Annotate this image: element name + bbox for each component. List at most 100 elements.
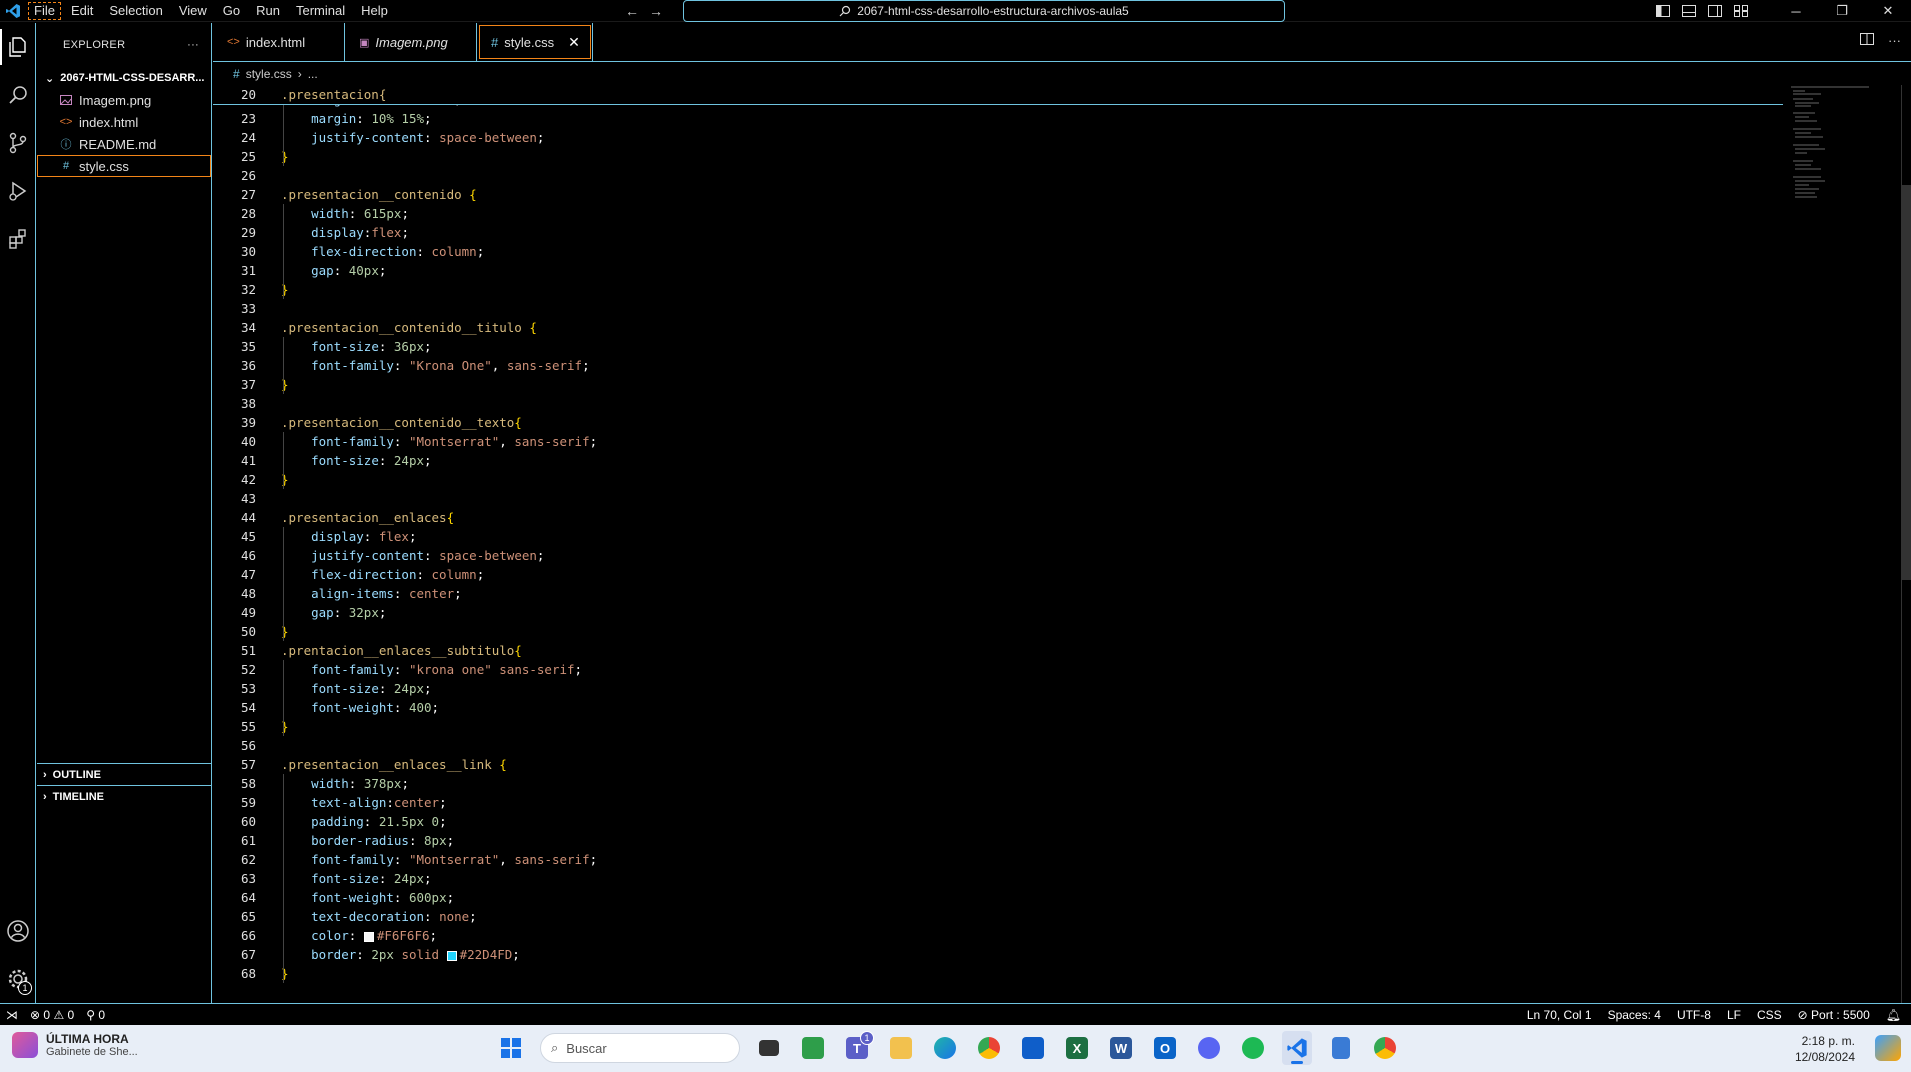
tab-imagem-png[interactable]: ▣ Imagem.png (345, 23, 477, 61)
discord-app-icon[interactable] (1194, 1031, 1224, 1065)
code-line[interactable]: 28 width: 615px; (213, 204, 1773, 223)
code-line[interactable]: 47 flex-direction: column; (213, 565, 1773, 584)
code-line[interactable]: 53 font-size: 24px; (213, 679, 1773, 698)
menu-selection[interactable]: Selection (101, 0, 170, 22)
code-line[interactable]: 68} (213, 964, 1773, 983)
code-line[interactable]: 67 border: 2px solid #22D4FD; (213, 945, 1773, 964)
source-control-icon[interactable] (0, 119, 36, 167)
system-clock[interactable]: 2:18 p. m. 12/08/2024 (1795, 1033, 1855, 1065)
close-window-button[interactable]: ✕ (1865, 0, 1911, 22)
code-line[interactable]: 41 font-size: 24px; (213, 451, 1773, 470)
copilot-icon[interactable] (1875, 1035, 1901, 1061)
code-line[interactable]: 50} (213, 622, 1773, 641)
code-line[interactable]: 39 .presentacion__contenido__texto{ (213, 413, 1773, 432)
more-actions-icon[interactable]: ··· (1888, 33, 1901, 48)
tab-style-css[interactable]: # style.css ✕ (477, 23, 593, 61)
code-line[interactable]: 31 gap: 40px; (213, 261, 1773, 280)
menu-terminal[interactable]: Terminal (288, 0, 353, 22)
more-actions-icon[interactable]: ··· (187, 39, 199, 51)
vscode-app-icon[interactable] (1282, 1031, 1312, 1065)
restore-button[interactable]: ❐ (1819, 0, 1865, 22)
code-line[interactable]: 63 font-size: 24px; (213, 869, 1773, 888)
live-server-port[interactable]: ⊘ Port : 5500 (1798, 1008, 1870, 1022)
notepad-app-icon[interactable] (1326, 1031, 1356, 1065)
code-line[interactable]: 37} (213, 375, 1773, 394)
code-line[interactable]: 49 gap: 32px; (213, 603, 1773, 622)
breadcrumb-file[interactable]: style.css (246, 67, 292, 81)
chrome-browser-icon[interactable] (974, 1031, 1004, 1065)
outlook-app-icon[interactable]: O (1150, 1031, 1180, 1065)
menu-view[interactable]: View (171, 0, 215, 22)
toggle-primary-sidebar-icon[interactable] (1655, 4, 1671, 18)
minimize-button[interactable]: ─ (1773, 0, 1819, 22)
indentation[interactable]: Spaces: 4 (1608, 1008, 1661, 1022)
code-line[interactable]: 55} (213, 717, 1773, 736)
language-mode[interactable]: CSS (1757, 1008, 1782, 1022)
file-explorer-icon[interactable] (886, 1031, 916, 1065)
encoding[interactable]: UTF-8 (1677, 1008, 1711, 1022)
editor-scrollbar[interactable] (1901, 85, 1911, 1003)
stocks-app-icon[interactable] (798, 1031, 828, 1065)
code-line[interactable]: 52 font-family: "krona one" sans-serif; (213, 660, 1773, 679)
toggle-panel-icon[interactable] (1681, 4, 1697, 18)
back-arrow-icon[interactable]: ← (625, 3, 639, 19)
manage-gear-icon[interactable]: 1 (0, 955, 36, 1003)
menu-run[interactable]: Run (248, 0, 288, 22)
chrome-profile-app-icon[interactable] (1370, 1031, 1400, 1065)
code-line[interactable]: 36 font-family: "Krona One", sans-serif; (213, 356, 1773, 375)
code-line[interactable]: 57 .presentacion__enlaces__link { (213, 755, 1773, 774)
code-line[interactable]: 65 text-decoration: none; (213, 907, 1773, 926)
menu-go[interactable]: Go (215, 0, 248, 22)
code-line[interactable]: 27 .presentacion__contenido { (213, 185, 1773, 204)
sticky-scroll-line[interactable]: 20 .presentacion{ (213, 85, 1783, 105)
code-line[interactable]: 48 align-items: center; (213, 584, 1773, 603)
word-app-icon[interactable]: W (1106, 1031, 1136, 1065)
taskbar-search-box[interactable]: ⌕ Buscar (540, 1033, 740, 1063)
code-line[interactable]: 61 border-radius: 8px; (213, 831, 1773, 850)
timeline-section[interactable]: › TIMELINE (37, 785, 212, 807)
spotify-app-icon[interactable] (1238, 1031, 1268, 1065)
problems-indicator[interactable]: ⊗ 0 ⚠ 0 (30, 1008, 74, 1022)
remote-icon[interactable]: ⋊ (6, 1008, 18, 1022)
code-line[interactable]: 43 (213, 489, 1773, 508)
close-tab-icon[interactable]: ✕ (568, 34, 580, 51)
code-line[interactable]: 29 display:flex; (213, 223, 1773, 242)
tab-index-html[interactable]: <> index.html (213, 23, 345, 61)
minimap[interactable] (1791, 85, 1869, 205)
split-editor-icon[interactable] (1860, 33, 1874, 48)
code-line[interactable]: 54 font-weight: 400; (213, 698, 1773, 717)
microsoft-store-icon[interactable] (1018, 1031, 1048, 1065)
edge-browser-icon[interactable] (930, 1031, 960, 1065)
menu-edit[interactable]: Edit (63, 0, 101, 22)
code-line[interactable]: 62 font-family: "Montserrat", sans-serif… (213, 850, 1773, 869)
code-line[interactable]: 30 flex-direction: column; (213, 242, 1773, 261)
menu-help[interactable]: Help (353, 0, 396, 22)
code-line[interactable]: 38 (213, 394, 1773, 413)
code-line[interactable]: 51 .prentacion__enlaces__subtitulo{ (213, 641, 1773, 660)
end-of-line[interactable]: LF (1727, 1008, 1741, 1022)
file-item-index-html[interactable]: <> index.html (37, 111, 211, 133)
workspace-folder[interactable]: ⌄ 2067-HTML-CSS-DESARR... (37, 67, 211, 89)
ports-indicator[interactable]: ⚲ 0 (86, 1008, 105, 1022)
forward-arrow-icon[interactable]: → (649, 3, 663, 19)
color-swatch[interactable] (446, 950, 457, 961)
command-center[interactable]: 2067-html-css-desarrollo-estructura-arch… (683, 0, 1285, 22)
extensions-icon[interactable] (0, 215, 36, 263)
notifications-bell-icon[interactable]: 🔔︎ (1886, 1008, 1901, 1022)
code-line[interactable]: 59 text-align:center; (213, 793, 1773, 812)
code-line[interactable]: 66 color: #F6F6F6; (213, 926, 1773, 945)
accounts-icon[interactable] (0, 907, 36, 955)
code-line[interactable]: 25} (213, 147, 1773, 166)
code-line[interactable]: 46 justify-content: space-between; (213, 546, 1773, 565)
code-line[interactable]: 34 .presentacion__contenido__titulo { (213, 318, 1773, 337)
code-line[interactable]: 32} (213, 280, 1773, 299)
code-line[interactable]: 42} (213, 470, 1773, 489)
excel-app-icon[interactable]: X (1062, 1031, 1092, 1065)
code-line[interactable]: 58 width: 378px; (213, 774, 1773, 793)
file-item-style-css[interactable]: # style.css (37, 155, 211, 177)
code-line[interactable]: 40 font-family: "Montserrat", sans-serif… (213, 432, 1773, 451)
teams-app-icon[interactable]: T 1 (842, 1031, 874, 1065)
menu-file[interactable]: File (26, 0, 63, 22)
code-editor[interactable]: 22 align-items: center;23 margin: 10% 15… (213, 85, 1911, 1003)
file-item-imagem[interactable]: Imagem.png (37, 89, 211, 111)
